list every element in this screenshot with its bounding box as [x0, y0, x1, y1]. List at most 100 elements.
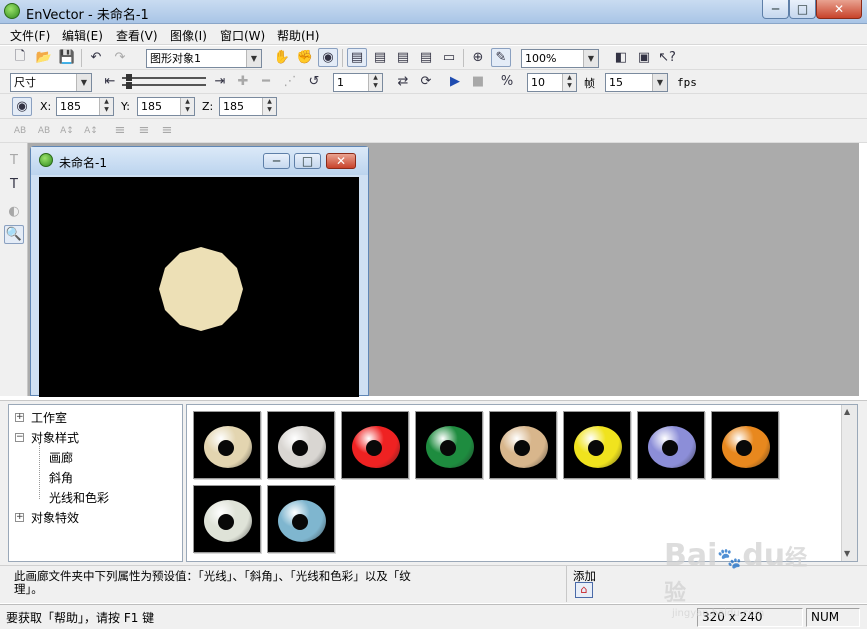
spin-arrows[interactable]: ▲ ▼ [262, 98, 276, 115]
tree-item-studio[interactable]: 工作室 [31, 409, 67, 426]
gallery-scrollbar[interactable]: ▲ ▼ [841, 405, 857, 561]
menu-image[interactable]: 图像(I) [170, 27, 207, 44]
menu-file[interactable]: 文件(F) [10, 27, 50, 44]
repeat-icon[interactable]: ⇄ [393, 72, 413, 91]
collapse-icon[interactable]: − [15, 433, 24, 442]
spin-arrows[interactable]: ▲ ▼ [368, 74, 382, 91]
loop-back-icon[interactable]: ↺ [304, 72, 324, 91]
toolbar-animation: 尺寸 ▼ ⇤ ⇥ ✚ ━ ⋰ ↺ 1 ▲ ▼ ⇄ ⟳ ▶ ■ % 10 ▲ ▼ 帧 15 ▼… [0, 70, 867, 94]
add-frame-icon[interactable]: ✚ [233, 72, 253, 91]
text-italic-icon[interactable]: AB [34, 121, 54, 140]
tree-item-object-effects[interactable]: 对象特效 [31, 509, 79, 526]
y-input[interactable]: 185 ▲ ▼ [137, 97, 195, 116]
maximize-button[interactable]: □ [789, 0, 816, 19]
fps-select[interactable]: 15 ▼ [605, 73, 668, 92]
menu-window[interactable]: 窗口(W) [220, 27, 265, 44]
expand-icon[interactable]: + [15, 413, 24, 422]
gallery-thumbnail[interactable] [415, 411, 483, 479]
gallery-thumbnail[interactable] [637, 411, 705, 479]
doc-maximize-button[interactable]: □ [294, 153, 321, 169]
doc-minimize-button[interactable]: ─ [263, 153, 290, 169]
target-icon[interactable]: ◉ [318, 48, 338, 67]
position-target-icon[interactable]: ◉ [12, 97, 32, 116]
tree-item-gallery[interactable]: 画廊 [49, 449, 73, 466]
rotate-hand-icon[interactable]: ✊ [295, 48, 315, 67]
tree-item-bevel[interactable]: 斜角 [49, 469, 73, 486]
spin-arrows[interactable]: ▲ ▼ [180, 98, 194, 115]
close-button[interactable]: ✕ [816, 0, 862, 19]
undo-icon[interactable]: ↶ [86, 48, 106, 67]
zoom-tool-icon[interactable]: 🔍 [4, 225, 24, 244]
step-input[interactable]: 10 ▲ ▼ [527, 73, 577, 92]
menu-help[interactable]: 帮助(H) [277, 27, 319, 44]
expand-icon[interactable]: + [15, 513, 24, 522]
save-icon[interactable]: 💾 [57, 48, 77, 67]
shape-tool-icon[interactable]: ◐ [4, 202, 24, 221]
gallery-thumbnail[interactable] [193, 485, 261, 553]
help-pointer-icon[interactable]: ↖? [657, 48, 677, 67]
open-folder-icon[interactable]: 📂 [34, 48, 54, 67]
text-spacing-up-icon[interactable]: A↕ [57, 121, 77, 140]
object-select[interactable]: 图形对象1 ▼ [146, 49, 262, 68]
gallery-thumbnail[interactable] [711, 411, 779, 479]
dodecagon-shape[interactable] [159, 247, 243, 331]
align-center-icon[interactable]: ≡ [134, 121, 154, 140]
stop-icon[interactable]: ■ [468, 72, 488, 91]
step-input-value: 10 [531, 76, 545, 89]
x-input[interactable]: 185 ▲ ▼ [56, 97, 114, 116]
new-file-icon[interactable]: 🗋 [10, 48, 30, 67]
frame-input[interactable]: 1 ▲ ▼ [333, 73, 383, 92]
layer-back-icon[interactable]: ▤ [416, 48, 436, 67]
z-input[interactable]: 185 ▲ ▼ [219, 97, 277, 116]
remove-frame-icon[interactable]: ━ [256, 72, 276, 91]
text-tool-icon[interactable]: T [4, 151, 24, 170]
frame-slider[interactable] [122, 74, 206, 90]
watermark-brand2: du [742, 538, 786, 573]
text-frame-icon[interactable]: T [4, 175, 24, 194]
tree-item-light-color[interactable]: 光线和色彩 [49, 489, 109, 506]
layer-flat-icon[interactable]: ▭ [439, 48, 459, 67]
gallery-thumbnail[interactable] [267, 485, 335, 553]
percent-icon[interactable]: % [497, 72, 517, 91]
minimize-button[interactable]: ─ [762, 0, 789, 19]
image-export-icon[interactable]: ▣ [634, 48, 654, 67]
layer-forward-icon[interactable]: ▤ [370, 48, 390, 67]
rewind-icon[interactable]: ⇤ [100, 72, 120, 91]
gallery-thumbnail[interactable] [563, 411, 631, 479]
doc-close-button[interactable]: ✕ [326, 153, 356, 169]
add-to-gallery-icon[interactable]: ⌂ [575, 582, 593, 598]
menu-edit[interactable]: 编辑(E) [62, 27, 103, 44]
forward-end-icon[interactable]: ⇥ [210, 72, 230, 91]
hand-tool-icon[interactable]: ✋ [272, 48, 292, 67]
refresh-icon[interactable]: ⟳ [416, 72, 436, 91]
scroll-down-icon[interactable]: ▼ [844, 549, 850, 558]
slider-thumb[interactable] [126, 82, 132, 89]
gallery-thumbnail[interactable] [341, 411, 409, 479]
layer-backward-icon[interactable]: ▤ [393, 48, 413, 67]
layer-front-icon[interactable]: ▤ [347, 48, 367, 67]
zoom-select[interactable]: 100% ▼ [521, 49, 599, 68]
slider-thumb[interactable] [126, 74, 132, 81]
scroll-up-icon[interactable]: ▲ [844, 407, 850, 416]
spin-arrows[interactable]: ▲ ▼ [562, 74, 576, 91]
mode-select[interactable]: 尺寸 ▼ [10, 73, 92, 92]
spin-arrows[interactable]: ▲ ▼ [99, 98, 113, 115]
redo-icon[interactable]: ↷ [110, 48, 130, 67]
tween-icon[interactable]: ⋰ [280, 72, 300, 91]
toolbar-text: AB AB A↕ A↕ ≡ ≡ ≡ [0, 119, 867, 143]
menu-bar: 文件(F) 编辑(E) 查看(V) 图像(I) 窗口(W) 帮助(H) [0, 24, 867, 45]
drawing-canvas[interactable] [39, 177, 359, 397]
text-spacing-down-icon[interactable]: A↕ [81, 121, 101, 140]
edit-icon[interactable]: ✎ [491, 48, 511, 67]
text-bold-icon[interactable]: AB [10, 121, 30, 140]
play-icon[interactable]: ▶ [445, 72, 465, 91]
zoom-value: 100% [525, 52, 557, 65]
export-web-icon[interactable]: ◧ [611, 48, 631, 67]
gallery-thumbnail[interactable] [489, 411, 557, 479]
menu-view[interactable]: 查看(V) [116, 27, 158, 44]
align-right-icon[interactable]: ≡ [157, 121, 177, 140]
globe-icon[interactable]: ⊕ [468, 48, 488, 67]
gallery-thumbnail[interactable] [267, 411, 335, 479]
align-left-icon[interactable]: ≡ [110, 121, 130, 140]
gallery-thumbnail[interactable] [193, 411, 261, 479]
